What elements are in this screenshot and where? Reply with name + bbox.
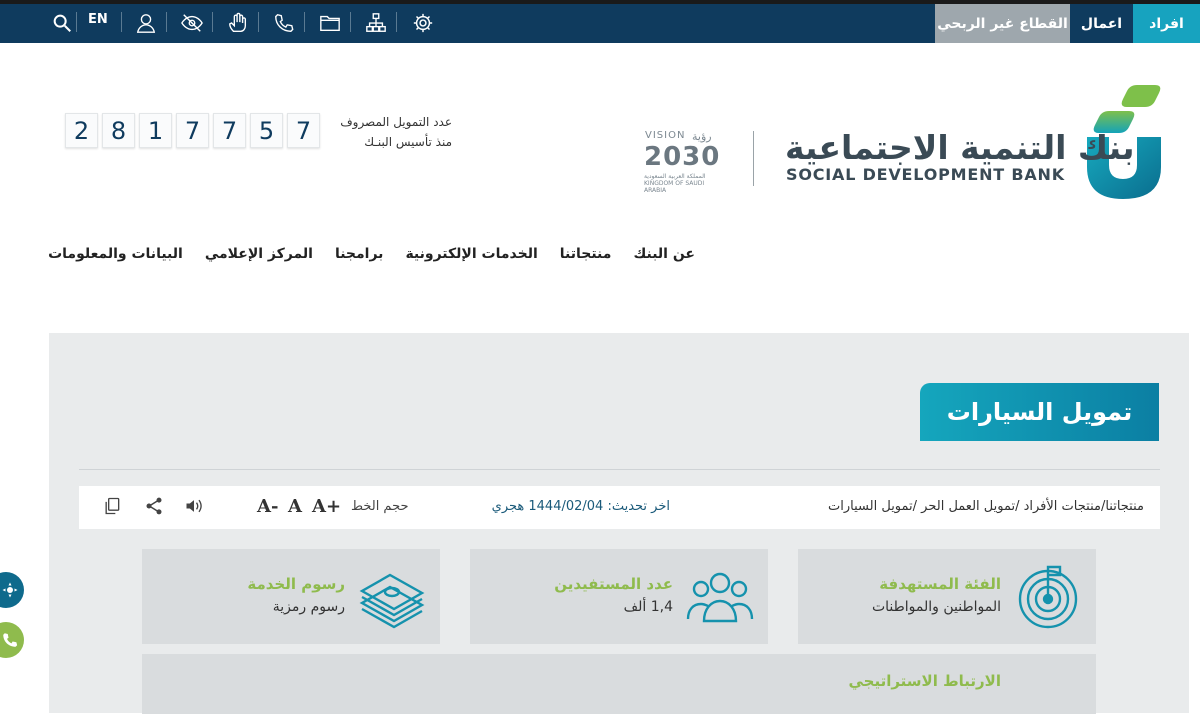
settings-float-icon[interactable] <box>0 572 24 608</box>
card-strategic-link: الارتباط الاستراتيجي <box>142 654 1096 714</box>
share-icon[interactable] <box>142 494 166 518</box>
phone-float-icon[interactable] <box>0 622 24 658</box>
counter-label-line1: عدد التمويل المصروف <box>340 115 452 129</box>
font-size-label: حجم الخط <box>351 499 409 514</box>
nav-about[interactable]: عن البنك <box>633 246 695 266</box>
title-divider <box>79 469 1160 470</box>
tab-individuals[interactable]: افراد <box>1133 4 1200 43</box>
card-beneficiaries: عدد المستفيدين 1,4 ألف <box>470 549 768 644</box>
card-service-fees: رسوم الخدمة رسوم رمزية <box>142 549 440 644</box>
tab-non-profit[interactable]: القطاع غير الربحي <box>935 4 1070 43</box>
separator <box>76 12 77 32</box>
counter-digit: 2 <box>65 113 98 148</box>
separator <box>304 12 305 32</box>
folder-icon[interactable] <box>316 10 344 36</box>
separator <box>212 12 213 32</box>
language-switch[interactable]: EN <box>88 12 108 27</box>
card-title: الفئة المستهدفة <box>879 575 1001 593</box>
counter-digit: 7 <box>176 113 209 148</box>
font-decrease-button[interactable]: A- <box>257 496 278 517</box>
speaker-icon[interactable] <box>182 494 206 518</box>
counter-digit: 1 <box>139 113 172 148</box>
card-value: المواطنين والمواطنات <box>871 599 1001 615</box>
target-icon <box>1018 565 1078 629</box>
phone-icon[interactable] <box>270 10 298 36</box>
counter-digit: 5 <box>250 113 283 148</box>
separator <box>166 12 167 32</box>
counter-digit: 7 <box>287 113 320 148</box>
card-title: رسوم الخدمة <box>247 575 345 593</box>
nav-products[interactable]: منتجاتنا <box>560 246 612 266</box>
card-title: عدد المستفيدين <box>554 575 673 593</box>
card-target-audience: الفئة المستهدفة المواطنين والمواطنات <box>798 549 1096 644</box>
counter-label: عدد التمويل المصروف منذ تأسيس البنـك <box>330 112 452 152</box>
card-value: رسوم رمزية <box>272 599 345 615</box>
separator <box>258 12 259 32</box>
separator <box>396 12 397 32</box>
eye-slash-icon[interactable] <box>178 10 206 36</box>
bank-name-english: SOCIAL DEVELOPMENT BANK <box>786 165 1065 184</box>
group-icon <box>686 572 754 623</box>
breadcrumb[interactable]: منتجاتنا/منتجات الأفراد /تمويل العمل الح… <box>828 499 1144 514</box>
bank-name-arabic: بنك التنمية الاجتماعية <box>785 128 1135 167</box>
vision-2030-logo[interactable]: VISION رؤية 2030 المملكة العربية السعودي… <box>642 130 726 194</box>
search-icon[interactable] <box>48 10 76 36</box>
last-updated: اخر تحديث: 1444/02/04 هجري <box>491 499 670 514</box>
page-toolbar: منتجاتنا/منتجات الأفراد /تمويل العمل الح… <box>79 486 1160 529</box>
vision-label: VISION <box>645 130 686 141</box>
funding-counter: 2 8 1 7 7 5 7 <box>65 113 320 148</box>
nav-programs[interactable]: برامجنا <box>335 246 384 266</box>
font-normal-button[interactable]: A <box>288 496 302 517</box>
counter-label-line2: منذ تأسيس البنـك <box>364 135 452 149</box>
page-title: تمويل السيارات <box>920 383 1159 441</box>
counter-digit: 8 <box>102 113 135 148</box>
separator <box>350 12 351 32</box>
separator <box>121 12 122 32</box>
card-title: الارتباط الاستراتيجي <box>848 672 1001 690</box>
font-increase-button[interactable]: A+ <box>312 496 341 517</box>
card-value: 1,4 ألف <box>623 599 673 615</box>
money-stack-icon <box>359 573 425 629</box>
copy-icon[interactable] <box>100 494 124 518</box>
vision-year: 2030 <box>644 142 721 172</box>
header-divider <box>753 131 754 186</box>
user-icon[interactable] <box>132 10 160 36</box>
vision-sub: المملكة العربية السعودية KINGDOM OF SAUD… <box>644 173 706 194</box>
sign-language-icon[interactable] <box>224 10 252 36</box>
nav-data-information[interactable]: البيانات والمعلومات <box>48 246 183 266</box>
settings-gear-icon[interactable] <box>409 10 437 36</box>
tab-business[interactable]: اعمال <box>1070 4 1133 43</box>
counter-digit: 7 <box>213 113 246 148</box>
nav-media-center[interactable]: المركز الإعلامي <box>205 246 313 266</box>
main-nav: عن البنك منتجاتنا الخدمات الإلكترونية بر… <box>26 246 695 266</box>
sitemap-icon[interactable] <box>362 10 390 36</box>
nav-e-services[interactable]: الخدمات الإلكترونية <box>405 246 537 266</box>
